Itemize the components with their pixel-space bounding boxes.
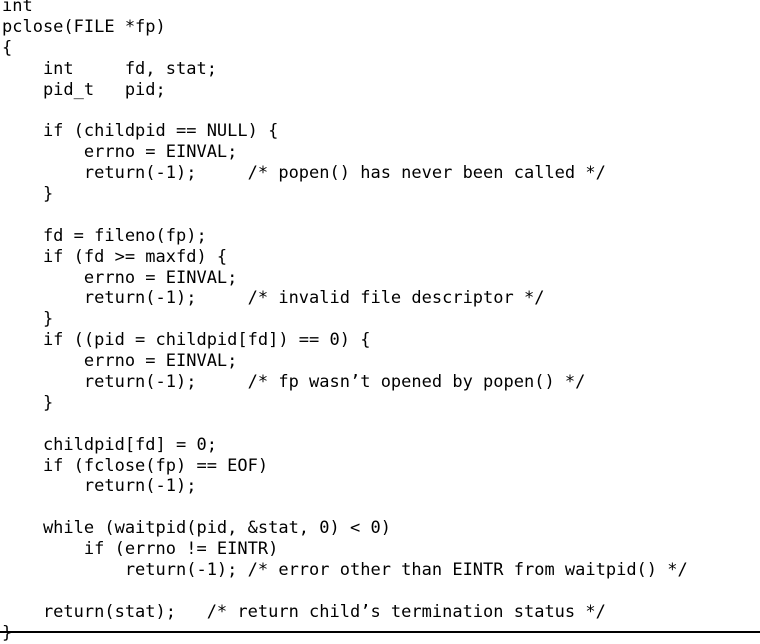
code-line: errno = EINVAL; <box>2 142 238 163</box>
code-line: } <box>2 392 54 413</box>
code-line: fd = fileno(fp); <box>2 225 207 246</box>
code-line: errno = EINVAL; <box>2 351 238 372</box>
code-block: int pclose(FILE *fp){ int fd, stat; pid_t… <box>2 0 688 644</box>
code-line: return(-1); /* popen() has never been ca… <box>2 163 606 184</box>
code-line: if (childpid == NULL) { <box>2 121 279 142</box>
code-line: } <box>2 184 54 205</box>
code-line: return(-1); /* fp wasn’t opened by popen… <box>2 372 586 393</box>
code-line: if (fd >= maxfd) { <box>2 246 228 267</box>
code-line: errno = EINVAL; <box>2 267 238 288</box>
code-line: } <box>2 622 13 643</box>
code-line: if (fclose(fp) == EOF) <box>2 455 269 476</box>
code-line: if (errno != EINTR) <box>2 539 279 560</box>
code-line: return(stat); /* return child’s terminat… <box>2 601 606 622</box>
code-line: return(-1); /* invalid file descriptor *… <box>2 288 545 309</box>
code-listing: int pclose(FILE *fp){ int fd, stat; pid_t… <box>0 0 760 643</box>
code-line: childpid[fd] = 0; <box>2 434 217 455</box>
code-line: int fd, stat; <box>2 58 217 79</box>
code-line: if ((pid = childpid[fd]) == 0) { <box>2 330 371 351</box>
code-line: return(-1); <box>2 476 197 497</box>
code-line: int <box>2 0 33 16</box>
code-line: } <box>2 309 54 330</box>
code-line: while (waitpid(pid, &stat, 0) < 0) <box>2 518 391 539</box>
code-line: pclose(FILE *fp) <box>2 16 166 37</box>
code-line: return(-1); /* error other than EINTR fr… <box>2 560 688 581</box>
code-line: { <box>2 37 13 58</box>
code-line: pid_t pid; <box>2 79 166 100</box>
